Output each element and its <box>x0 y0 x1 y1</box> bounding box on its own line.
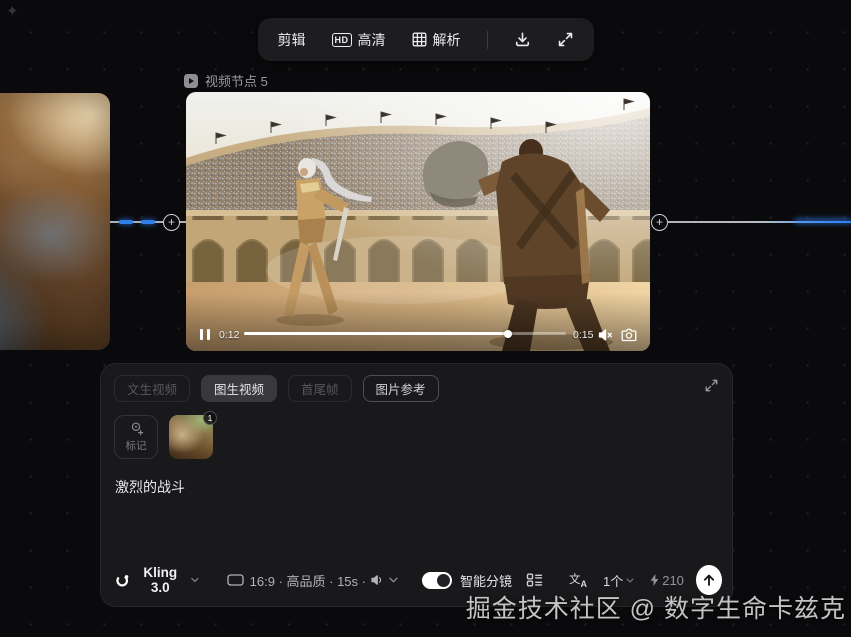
canvas-background: ✦ 剪辑 HD 高清 解析 视频节点 5 + + <box>0 0 851 637</box>
smart-storyboard-toggle[interactable] <box>422 572 452 589</box>
add-node-right-button[interactable]: + <box>651 214 668 231</box>
reference-image-thumbnail[interactable]: 1 <box>169 415 213 459</box>
mark-button[interactable]: 标记 <box>114 415 158 459</box>
translate-button[interactable]: 文 A <box>569 572 587 588</box>
parse-label: 解析 <box>433 30 461 50</box>
speaker-muted-icon <box>598 328 613 342</box>
pin-plus-icon <box>129 421 144 436</box>
seek-handle[interactable] <box>504 330 512 338</box>
translate-icon: 文 A <box>569 572 587 588</box>
mark-label: 标记 <box>126 438 147 453</box>
chevron-down-icon <box>389 577 398 583</box>
current-time: 0:12 <box>219 329 239 341</box>
download-icon <box>514 31 531 48</box>
smart-storyboard-label: 智能分镜 <box>460 571 512 590</box>
watermark: 掘金技术社区 @ 数字生命卡兹克 <box>466 589 846 625</box>
storyboard-list-icon <box>526 572 543 588</box>
seek-fill <box>244 332 508 335</box>
pause-button[interactable] <box>200 329 210 340</box>
output-settings-selector[interactable]: 16:9 · 高品质 · 15s · <box>227 571 398 590</box>
count-selector[interactable]: 1个 <box>603 571 634 590</box>
up-arrow-icon <box>702 573 716 587</box>
model-name: Kling 3.0 <box>136 565 184 595</box>
lightning-icon <box>650 574 659 586</box>
video-node-label: 视频节点 5 <box>184 71 268 90</box>
hd-label: 高清 <box>358 30 386 50</box>
aspect-ratio-icon <box>227 574 244 586</box>
connector-dash <box>141 220 155 224</box>
camera-icon <box>621 328 637 342</box>
tab-text-to-video[interactable]: 文生视频 <box>114 375 190 402</box>
toolbar-divider <box>487 31 488 49</box>
thumbnail-count-badge: 1 <box>203 411 217 425</box>
expand-icon <box>704 378 719 393</box>
video-node-toolbar: 剪辑 HD 高清 解析 <box>258 18 594 61</box>
video-player-node[interactable]: 0:12 0:15 <box>186 92 650 351</box>
mode-tabs: 文生视频 图生视频 首尾帧 图片参考 <box>114 375 439 402</box>
credits-value: 210 <box>662 573 684 588</box>
hd-icon: HD <box>332 33 352 47</box>
panel-expand-button[interactable] <box>704 378 719 393</box>
chevron-down-icon <box>626 578 634 583</box>
submit-button[interactable] <box>696 565 722 595</box>
storyboard-list-button[interactable] <box>526 572 543 588</box>
expand-icon <box>557 31 574 48</box>
tab-first-last-frame[interactable]: 首尾帧 <box>288 375 352 402</box>
snapshot-button[interactable] <box>621 328 637 342</box>
mute-button[interactable] <box>598 328 613 342</box>
speaker-icon <box>371 574 384 586</box>
chevron-down-icon <box>191 577 199 583</box>
previous-node-thumbnail[interactable] <box>0 93 110 350</box>
edit-label: 剪辑 <box>278 30 306 50</box>
node-label-text: 视频节点 5 <box>205 71 268 90</box>
parse-button[interactable]: 解析 <box>412 30 461 50</box>
edit-button[interactable]: 剪辑 <box>278 30 306 50</box>
kling-logo-icon <box>115 572 129 589</box>
tab-image-to-video[interactable]: 图生视频 <box>201 375 277 402</box>
count-label: 1个 <box>603 571 623 590</box>
smart-storyboard-control: 智能分镜 <box>422 571 512 590</box>
connector-dash <box>119 220 133 224</box>
seek-bar[interactable] <box>244 332 566 335</box>
add-node-left-button[interactable]: + <box>163 214 180 231</box>
player-controls-shade <box>186 293 650 351</box>
sparkle-icon: ✦ <box>6 2 19 20</box>
fullscreen-button[interactable] <box>557 31 574 48</box>
connector-glow <box>795 219 851 223</box>
download-button[interactable] <box>514 31 531 48</box>
grid-icon <box>412 32 427 47</box>
generation-panel: 文生视频 图生视频 首尾帧 图片参考 标记 1 激烈的战斗 Kling 3.0 … <box>100 363 733 607</box>
credits-cost: 210 <box>650 573 684 588</box>
play-icon <box>184 74 198 88</box>
total-time: 0:15 <box>573 329 593 341</box>
prompt-text[interactable]: 激烈的战斗 <box>115 477 185 497</box>
tab-image-reference[interactable]: 图片参考 <box>363 375 439 402</box>
hd-upscale-button[interactable]: HD 高清 <box>332 30 386 50</box>
model-selector[interactable]: Kling 3.0 <box>115 565 199 595</box>
settings-summary: 16:9 · 高品质 · 15s · <box>250 571 366 590</box>
